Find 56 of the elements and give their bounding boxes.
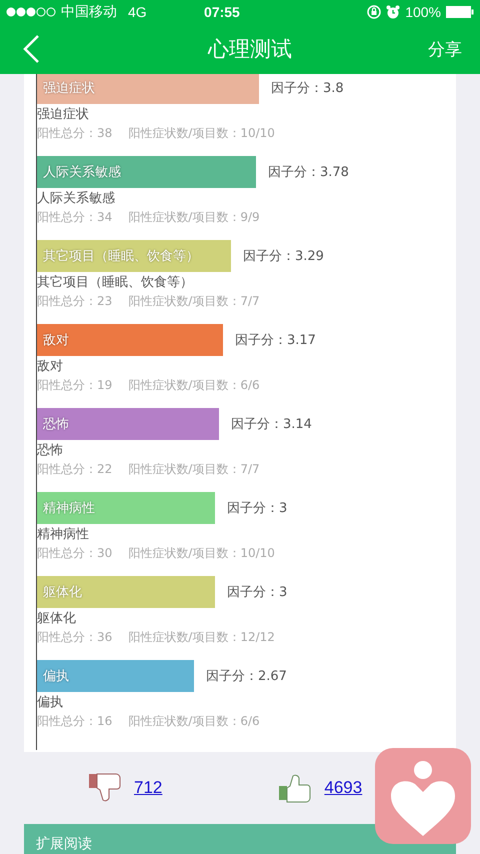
factor-score: 因子分：3 [227,584,288,601]
factor-name: 恐怖 [37,442,64,460]
alarm-icon [386,5,400,19]
positive-count: 阳性症状数/项目数：7/7 [128,461,260,478]
bar-label: 强迫症状 [43,80,95,97]
section-title: 扩展阅读 [36,835,92,853]
positive-total: 阳性总分：34 [37,209,112,226]
signal-icon [6,7,56,17]
positive-total: 阳性总分：30 [37,545,112,562]
thumbs-up-icon [278,772,312,804]
page-title: 心理测试 [208,36,292,63]
bar-label: 人际关系敏感 [43,164,121,181]
bar-label: 其它项目（睡眠、饮食等） [43,248,199,265]
battery-percent: 100% [405,4,441,20]
factor-score: 因子分：3 [227,500,288,517]
factor-name: 敌对 [37,358,64,376]
factor-name: 强迫症状 [37,106,90,124]
positive-count: 阳性症状数/项目数：6/6 [128,713,260,730]
bar-label: 偏执 [43,668,69,685]
clock-time: 07:55 [203,4,241,20]
positive-total: 阳性总分：22 [37,461,112,478]
bar-label: 精神病性 [43,500,95,517]
factor-name: 人际关系敏感 [37,190,116,208]
factor-score: 因子分：3.78 [268,164,349,181]
positive-count: 阳性症状数/项目数：7/7 [128,293,260,310]
bar-label: 躯体化 [43,584,82,601]
factor-score: 因子分：3.14 [231,416,312,433]
positive-count: 阳性症状数/项目数：6/6 [128,377,260,394]
thumbs-down-icon [88,772,122,804]
factor-name: 躯体化 [37,610,77,628]
positive-total: 阳性总分：38 [37,125,112,142]
factor-score: 因子分：3.29 [243,248,324,265]
positive-count: 阳性症状数/项目数：9/9 [128,209,260,226]
factor-name: 其它项目（睡眠、饮食等） [37,274,194,292]
positive-count: 阳性症状数/项目数：10/10 [128,125,275,142]
factor-name: 精神病性 [37,526,90,544]
battery-icon [446,6,474,18]
factor-score: 因子分：3.17 [235,332,316,349]
like-count-link[interactable]: 4693 [324,778,362,798]
factor-score: 因子分：2.67 [206,668,287,685]
positive-total: 阳性总分：16 [37,713,112,730]
positive-count: 阳性症状数/项目数：10/10 [128,545,275,562]
dislike-count-link[interactable]: 712 [134,778,162,798]
bar-label: 敌对 [43,332,69,349]
heart-app-icon[interactable] [375,748,471,844]
back-button[interactable] [22,34,40,64]
factor-name: 偏执 [37,694,64,712]
rotation-lock-icon [367,5,382,19]
factor-score: 因子分：3.8 [271,80,344,97]
positive-total: 阳性总分：19 [37,377,112,394]
positive-total: 阳性总分：23 [37,293,112,310]
positive-count: 阳性症状数/项目数：12/12 [128,629,275,646]
network-type: 4G [128,4,147,20]
bar-label: 恐怖 [43,416,69,433]
carrier-name: 中国移动 [61,3,117,21]
positive-total: 阳性总分：36 [37,629,112,646]
